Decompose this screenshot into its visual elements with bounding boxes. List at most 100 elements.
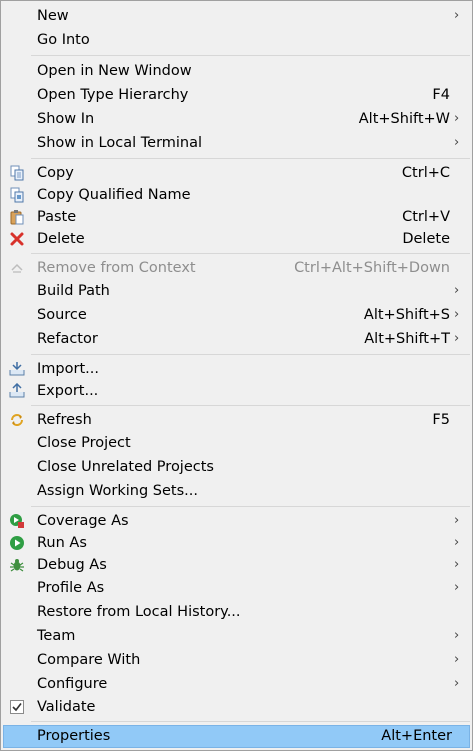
submenu-arrow-icon: › <box>454 135 460 150</box>
submenu-arrow-icon: › <box>454 652 460 667</box>
menu-item-compare-with[interactable]: Compare With › <box>1 649 472 671</box>
menu-item-configure[interactable]: Configure › <box>1 673 472 695</box>
menu-label: Restore from Local History... <box>37 604 241 620</box>
menu-separator <box>31 405 470 406</box>
menu-item-team[interactable]: Team › <box>1 625 472 647</box>
menu-label: Configure <box>37 676 108 692</box>
menu-label: Coverage As <box>37 513 129 529</box>
copy-icon <box>9 165 25 181</box>
menu-shortcut: Ctrl+V <box>402 209 450 225</box>
menu-item-new[interactable]: New › <box>1 5 472 27</box>
menu-item-show-in-local-terminal[interactable]: Show in Local Terminal › <box>1 132 472 154</box>
menu-item-import[interactable]: Import... <box>1 358 472 380</box>
menu-shortcut: Alt+Enter <box>381 728 452 744</box>
menu-item-coverage-as[interactable]: Coverage As › <box>1 510 472 532</box>
menu-item-close-project[interactable]: Close Project <box>1 432 472 454</box>
menu-item-run-as[interactable]: Run As › <box>1 532 472 554</box>
menu-shortcut: F4 <box>432 87 450 103</box>
menu-label: Copy Qualified Name <box>37 187 191 203</box>
menu-item-go-into[interactable]: Go Into <box>1 29 472 51</box>
menu-label: Source <box>37 307 87 323</box>
menu-separator <box>31 506 470 507</box>
refresh-icon <box>9 412 25 428</box>
menu-label: Profile As <box>37 580 105 596</box>
submenu-arrow-icon: › <box>454 535 460 550</box>
menu-label: Open Type Hierarchy <box>37 87 189 103</box>
coverage-icon <box>9 513 25 529</box>
menu-item-source[interactable]: Source Alt+Shift+S › <box>1 304 472 326</box>
menu-separator <box>31 354 470 355</box>
menu-item-copy-qualified-name[interactable]: Copy Qualified Name <box>1 184 472 206</box>
menu-label: Paste <box>37 209 77 225</box>
menu-label: Refresh <box>37 412 92 428</box>
menu-label: Compare With <box>37 652 141 668</box>
menu-separator <box>31 253 470 254</box>
menu-label: Go Into <box>37 32 90 48</box>
menu-label: Validate <box>37 699 96 715</box>
menu-label: Debug As <box>37 557 107 573</box>
remove-context-icon <box>9 260 25 276</box>
menu-separator <box>31 721 470 722</box>
menu-item-close-unrelated-projects[interactable]: Close Unrelated Projects <box>1 456 472 478</box>
menu-label: Export... <box>37 383 99 399</box>
menu-label: Refactor <box>37 331 98 347</box>
submenu-arrow-icon: › <box>454 283 460 298</box>
menu-shortcut: Alt+Shift+S <box>363 307 450 323</box>
menu-item-profile-as[interactable]: Profile As › <box>1 577 472 599</box>
submenu-arrow-icon: › <box>454 111 460 126</box>
menu-item-copy[interactable]: Copy Ctrl+C <box>1 162 472 184</box>
menu-label: Copy <box>37 165 74 181</box>
menu-item-remove-from-context: Remove from Context Ctrl+Alt+Shift+Down <box>1 257 472 279</box>
menu-label: Run As <box>37 535 87 551</box>
menu-item-properties[interactable]: Properties Alt+Enter <box>3 725 470 748</box>
menu-separator <box>31 158 470 159</box>
menu-item-paste[interactable]: Paste Ctrl+V <box>1 206 472 228</box>
submenu-arrow-icon: › <box>454 676 460 691</box>
menu-label: Open in New Window <box>37 63 192 79</box>
menu-item-validate[interactable]: Validate <box>1 696 472 718</box>
export-icon <box>9 383 25 399</box>
menu-item-assign-working-sets[interactable]: Assign Working Sets... <box>1 480 472 502</box>
submenu-arrow-icon: › <box>454 513 460 528</box>
submenu-arrow-icon: › <box>454 331 460 346</box>
context-menu: New › Go Into Open in New Window Open Ty… <box>0 0 473 751</box>
menu-item-export[interactable]: Export... <box>1 380 472 402</box>
menu-item-open-type-hierarchy[interactable]: Open Type Hierarchy F4 <box>1 84 472 106</box>
run-icon <box>9 535 25 551</box>
delete-icon <box>9 231 25 247</box>
submenu-arrow-icon: › <box>454 307 460 322</box>
check-icon <box>9 699 25 715</box>
menu-label: Assign Working Sets... <box>37 483 199 499</box>
menu-item-refactor[interactable]: Refactor Alt+Shift+T › <box>1 328 472 350</box>
menu-item-restore-from-local-history[interactable]: Restore from Local History... <box>1 601 472 623</box>
menu-item-delete[interactable]: Delete Delete <box>1 228 472 250</box>
submenu-arrow-icon: › <box>454 580 460 595</box>
menu-item-open-in-new-window[interactable]: Open in New Window <box>1 60 472 82</box>
menu-shortcut: Ctrl+C <box>401 165 450 181</box>
copy-qualified-name-icon <box>9 187 25 203</box>
menu-shortcut: Ctrl+Alt+Shift+Down <box>294 260 450 276</box>
menu-label: Show In <box>37 111 95 127</box>
menu-item-build-path[interactable]: Build Path › <box>1 280 472 302</box>
debug-icon <box>9 557 25 573</box>
menu-label: Team <box>37 628 76 644</box>
menu-item-refresh[interactable]: Refresh F5 <box>1 409 472 431</box>
menu-item-debug-as[interactable]: Debug As › <box>1 554 472 576</box>
menu-shortcut: Alt+Shift+W <box>358 111 450 127</box>
menu-item-show-in[interactable]: Show In Alt+Shift+W › <box>1 108 472 130</box>
menu-shortcut: F5 <box>432 412 450 428</box>
menu-label: Close Unrelated Projects <box>37 459 214 475</box>
menu-label: Import... <box>37 361 99 377</box>
menu-label: Properties <box>37 728 111 744</box>
menu-label: Show in Local Terminal <box>37 135 203 151</box>
submenu-arrow-icon: › <box>454 8 460 23</box>
menu-shortcut: Delete <box>402 231 450 247</box>
menu-label: Delete <box>37 231 85 247</box>
submenu-arrow-icon: › <box>454 628 460 643</box>
import-icon <box>9 361 25 377</box>
menu-shortcut: Alt+Shift+T <box>364 331 450 347</box>
submenu-arrow-icon: › <box>454 557 460 572</box>
menu-label: Remove from Context <box>37 260 196 276</box>
menu-separator <box>31 55 470 56</box>
menu-label: Close Project <box>37 435 131 451</box>
